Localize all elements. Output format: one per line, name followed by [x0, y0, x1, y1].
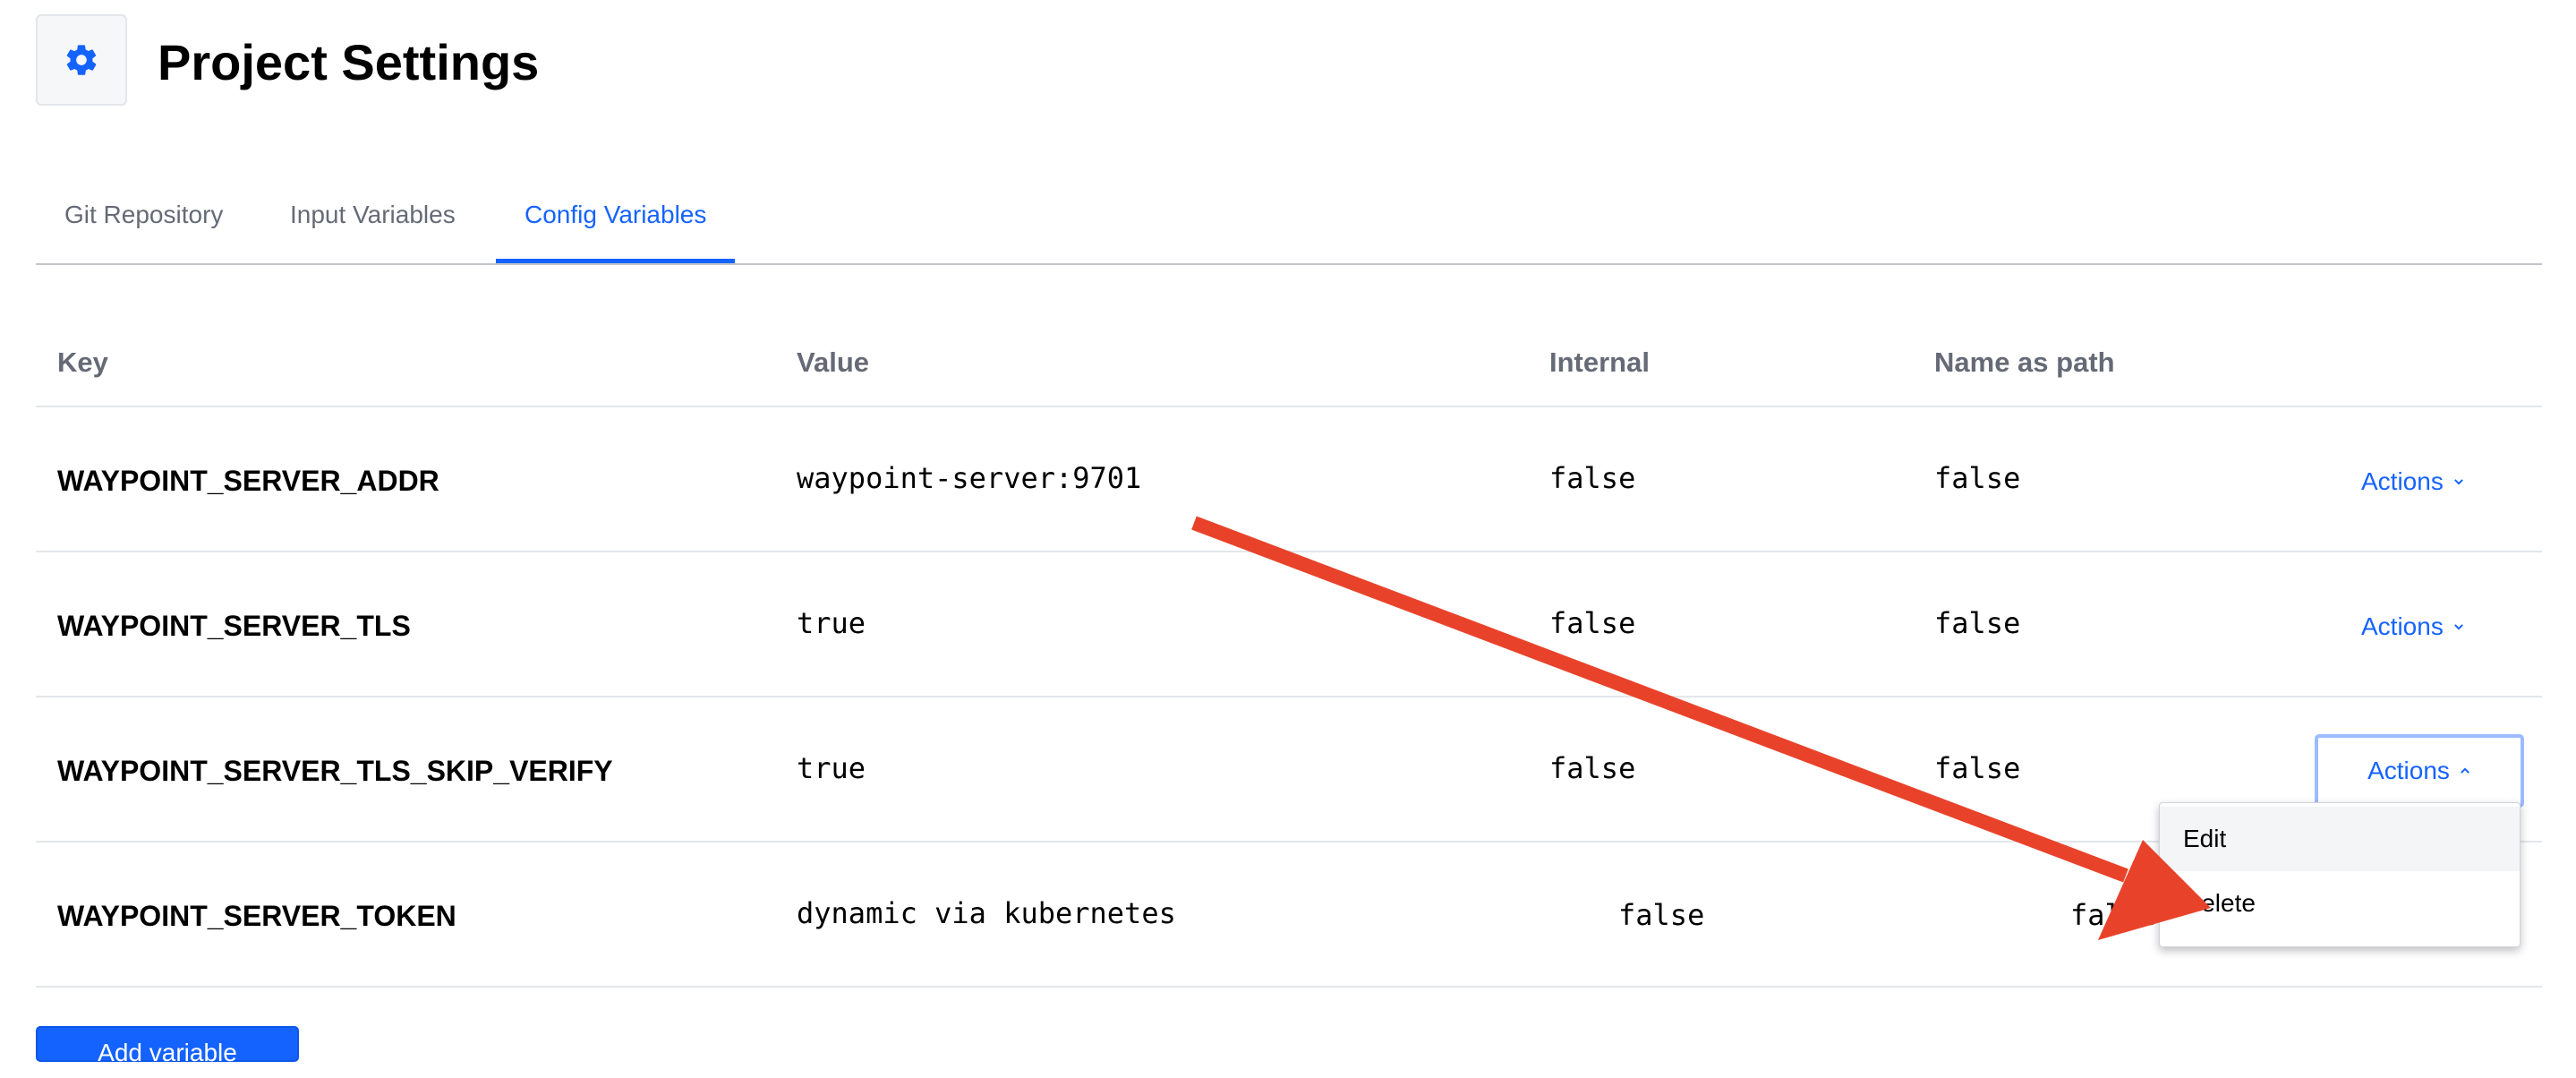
annotation-arrow [1191, 516, 2211, 940]
